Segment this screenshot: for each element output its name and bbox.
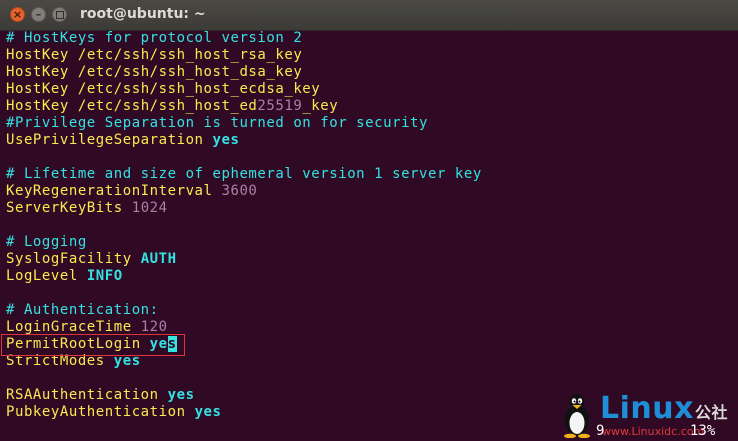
config-number: 1024 bbox=[131, 200, 168, 216]
terminal-line: HostKey /etc/ssh/ssh_host_ecdsa_key bbox=[6, 81, 732, 98]
config-value: yes bbox=[167, 387, 195, 403]
comment-text: # HostKeys for protocol version 2 bbox=[6, 30, 303, 46]
config-key: HostKey bbox=[6, 64, 69, 80]
config-value: AUTH bbox=[140, 251, 177, 267]
comment-text: #Privilege Separation is turned on for s… bbox=[6, 115, 428, 131]
watermark-logo-text: Linux bbox=[600, 391, 694, 426]
config-value: /etc/ssh/ssh_host_rsa_key bbox=[68, 47, 303, 63]
terminal-line: ServerKeyBits 1024 bbox=[6, 200, 732, 217]
config-number: 3600 bbox=[221, 183, 258, 199]
terminal-line: UsePrivilegeSeparation yes bbox=[6, 132, 732, 149]
comment-text: # Logging bbox=[6, 234, 87, 250]
config-key: LogLevel bbox=[6, 268, 78, 284]
config-key: RSAAuthentication bbox=[6, 387, 159, 403]
terminal-line: # HostKeys for protocol version 2 bbox=[6, 30, 732, 47]
comment-text: # Authentication: bbox=[6, 302, 159, 318]
config-key: HostKey bbox=[6, 47, 69, 63]
config-key: KeyRegenerationInterval bbox=[6, 183, 213, 199]
terminal-text-area[interactable]: # HostKeys for protocol version 2 HostKe… bbox=[6, 30, 732, 421]
maximize-icon bbox=[55, 10, 64, 19]
window-titlebar[interactable]: × – root@ubuntu: ~ bbox=[0, 0, 738, 31]
comment-text: # Lifetime and size of ephemeral version… bbox=[6, 166, 482, 182]
terminal-line: LogLevel INFO bbox=[6, 268, 732, 285]
config-value: /etc/ssh/ssh_host_ed bbox=[68, 98, 258, 114]
terminal-line-empty bbox=[6, 217, 732, 234]
config-value: yes bbox=[194, 404, 222, 420]
terminal-line: #Privilege Separation is turned on for s… bbox=[6, 115, 732, 132]
config-number: 120 bbox=[140, 319, 168, 335]
terminal-line: KeyRegenerationInterval 3600 bbox=[6, 183, 732, 200]
maximize-button[interactable] bbox=[52, 7, 67, 22]
terminal-line: # Authentication: bbox=[6, 302, 732, 319]
terminal-line: HostKey /etc/ssh/ssh_host_ed25519_key bbox=[6, 98, 732, 115]
config-value: INFO bbox=[86, 268, 123, 284]
minimize-button[interactable]: – bbox=[31, 7, 46, 22]
terminal-line: SyslogFacility AUTH bbox=[6, 251, 732, 268]
tux-penguin-icon bbox=[564, 393, 590, 438]
status-line-number: 9 bbox=[596, 423, 605, 439]
config-key: UsePrivilegeSeparation bbox=[6, 132, 204, 148]
window-title: root@ubuntu: ~ bbox=[80, 6, 206, 22]
terminal-line-empty bbox=[6, 149, 732, 166]
red-highlight-box bbox=[1, 334, 185, 356]
terminal-line: # Lifetime and size of ephemeral version… bbox=[6, 166, 732, 183]
watermark-logo-cn: 公社 bbox=[694, 403, 728, 422]
terminal-line: HostKey /etc/ssh/ssh_host_dsa_key bbox=[6, 64, 732, 81]
config-key: ServerKeyBits bbox=[6, 200, 123, 216]
status-percent: 13% bbox=[690, 423, 716, 439]
config-number: 25519 bbox=[257, 98, 303, 114]
terminal-line-empty bbox=[6, 285, 732, 302]
terminal-line: HostKey /etc/ssh/ssh_host_rsa_key bbox=[6, 47, 732, 64]
config-value: /etc/ssh/ssh_host_ecdsa_key bbox=[68, 81, 321, 97]
config-value: /etc/ssh/ssh_host_dsa_key bbox=[68, 64, 303, 80]
close-icon: × bbox=[12, 8, 23, 21]
close-button[interactable]: × bbox=[10, 7, 25, 22]
config-key: HostKey bbox=[6, 81, 69, 97]
terminal-line-empty bbox=[6, 370, 732, 387]
config-key: LoginGraceTime bbox=[6, 319, 132, 335]
config-key: SyslogFacility bbox=[6, 251, 132, 267]
config-value: _key bbox=[302, 98, 339, 114]
watermark-url: www.Linuxidc.com bbox=[602, 425, 705, 438]
minimize-icon: – bbox=[35, 8, 42, 21]
config-value: yes bbox=[212, 132, 240, 148]
config-key: HostKey bbox=[6, 98, 69, 114]
config-key: PubkeyAuthentication bbox=[6, 404, 186, 420]
terminal-line: # Logging bbox=[6, 234, 732, 251]
